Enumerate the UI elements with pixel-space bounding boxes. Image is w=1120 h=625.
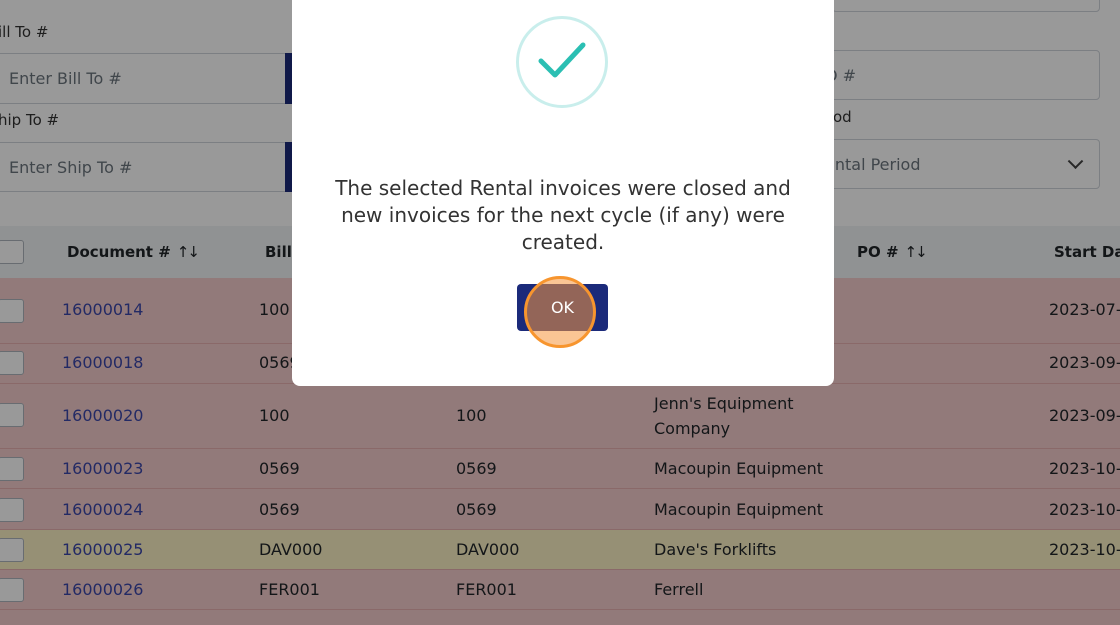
dialog-message: The selected Rental invoices were closed… xyxy=(335,176,791,254)
check-icon xyxy=(538,42,586,78)
ok-button-label: OK xyxy=(550,298,575,317)
success-icon-circle xyxy=(516,16,608,108)
success-dialog: The selected Rental invoices were closed… xyxy=(292,0,834,386)
rental-invoices-page: ill To # Enter Bill To # O # hip To # En… xyxy=(0,0,1120,625)
